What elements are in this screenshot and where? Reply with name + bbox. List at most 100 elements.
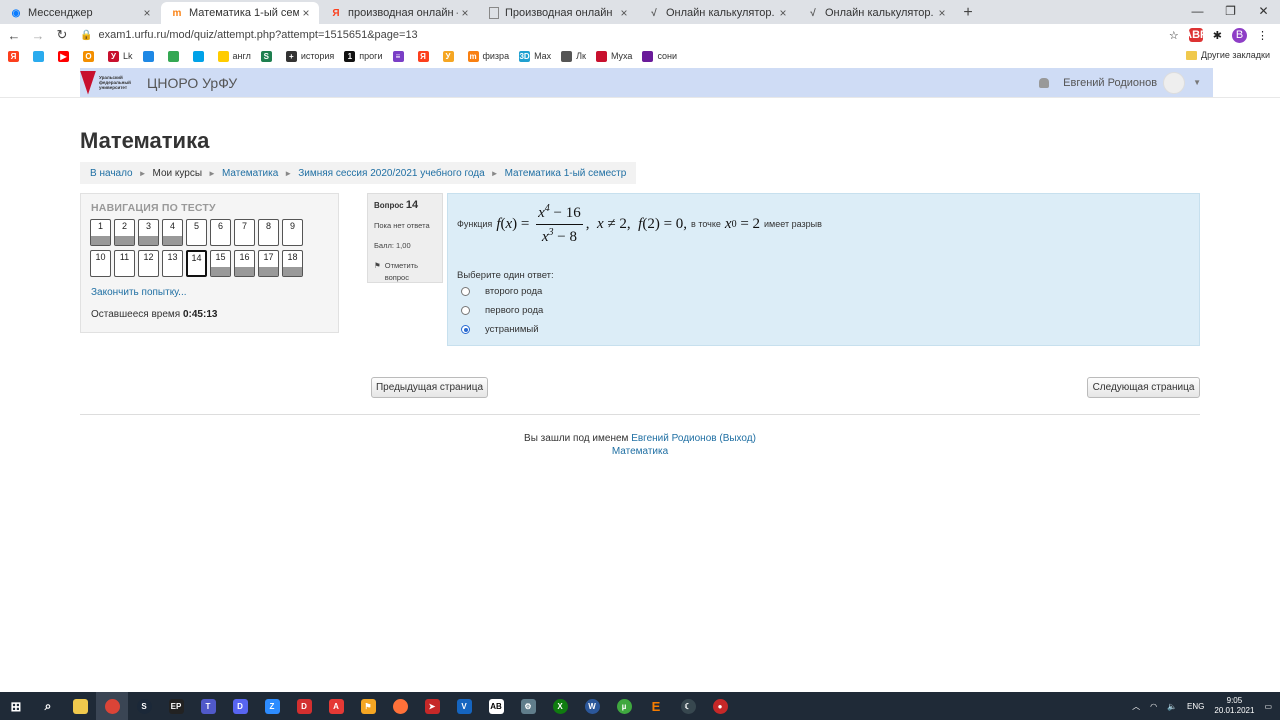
tab-yandex-search[interactable]: Я производная онлайн — Яндекс ×	[320, 2, 478, 24]
user-avatar[interactable]	[1163, 71, 1186, 94]
flag-question-button[interactable]: ⚑ Отметить вопрос	[374, 260, 436, 284]
notification-bell-icon[interactable]	[1039, 77, 1050, 88]
app-flag-icon[interactable]: ⚑	[352, 692, 384, 720]
windows-start-icon[interactable]: ⊞	[0, 692, 32, 720]
answer-label[interactable]: второго рода	[485, 286, 542, 297]
next-page-button[interactable]: Следующая страница	[1087, 377, 1200, 398]
bookmark-item[interactable]: ≡	[392, 50, 408, 62]
quiz-nav-question-4[interactable]: 4	[162, 219, 183, 246]
quiz-nav-question-9[interactable]: 9	[282, 219, 303, 246]
quiz-nav-question-18[interactable]: 18	[282, 250, 303, 277]
answer-label[interactable]: первого рода	[485, 305, 543, 316]
quiz-nav-question-1[interactable]: 1	[90, 219, 111, 246]
bookmark-item[interactable]: англ	[217, 50, 251, 62]
close-window-icon[interactable]: ✕	[1247, 0, 1280, 22]
utorrent-icon[interactable]: µ	[608, 692, 640, 720]
quiz-nav-question-7[interactable]: 7	[234, 219, 255, 246]
answer-option-2[interactable]: первого рода	[461, 305, 543, 316]
zoom-icon[interactable]: Z	[256, 692, 288, 720]
restore-icon[interactable]: ❐	[1214, 0, 1247, 22]
bookmark-item[interactable]: S	[260, 50, 276, 62]
app-moon-icon[interactable]: ☾	[672, 692, 704, 720]
minimize-icon[interactable]: —	[1181, 0, 1214, 22]
bookmark-item[interactable]: Я	[8, 50, 23, 62]
close-tab-icon[interactable]: ×	[776, 6, 790, 20]
user-name[interactable]: Евгений Родионов	[1063, 77, 1157, 89]
record-icon[interactable]: ●	[704, 692, 736, 720]
close-tab-icon[interactable]: ×	[935, 6, 949, 20]
answer-radio[interactable]	[461, 287, 470, 296]
bookmark-item[interactable]: 3D Max	[519, 50, 551, 62]
close-tab-icon[interactable]: ×	[140, 6, 154, 20]
bookmark-item[interactable]: Лк	[561, 50, 586, 62]
tray-chevron-up-icon[interactable]: ︿	[1132, 701, 1140, 712]
bookmark-item[interactable]: У Lk	[108, 50, 133, 62]
firefox-icon[interactable]	[384, 692, 416, 720]
user-logout-link[interactable]: Евгений Родионов (Выход)	[631, 433, 756, 444]
bookmark-item[interactable]: ▶	[58, 50, 73, 62]
breadcrumb-session[interactable]: Зимняя сессия 2020/2021 учебного года	[298, 168, 484, 179]
volume-icon[interactable]: 🔈	[1167, 702, 1177, 711]
course-link[interactable]: Математика	[612, 446, 668, 457]
bookmark-item[interactable]: сони	[642, 50, 677, 62]
breadcrumb-course[interactable]: Математика	[222, 168, 278, 179]
tab-calculator-1[interactable]: √ Онлайн калькулятор. Сложение ×	[638, 2, 796, 24]
user-menu[interactable]: Евгений Родионов ▼	[1039, 68, 1201, 97]
quiz-nav-question-16[interactable]: 16	[234, 250, 255, 277]
word-icon[interactable]: W	[576, 692, 608, 720]
bookmark-item[interactable]: m физра	[467, 50, 509, 62]
quiz-nav-question-2[interactable]: 2	[114, 219, 135, 246]
input-language[interactable]: ENG	[1187, 702, 1204, 711]
notifications-icon[interactable]: ▭	[1264, 702, 1272, 711]
tab-messenger[interactable]: ◉ Мессенджер ×	[0, 2, 160, 24]
urfu-logo[interactable]: Уральский федеральный университет	[80, 70, 137, 95]
new-tab-button[interactable]: +	[956, 2, 980, 24]
quiz-nav-question-15[interactable]: 15	[210, 250, 231, 277]
file-explorer-icon[interactable]	[64, 692, 96, 720]
app-a-icon[interactable]: A	[320, 692, 352, 720]
bookmark-item[interactable]: О	[83, 50, 98, 62]
answer-option-1[interactable]: второго рода	[461, 286, 542, 297]
chevron-down-icon[interactable]: ▼	[1193, 78, 1201, 87]
site-name[interactable]: ЦНОРО УрФУ	[147, 75, 237, 91]
breadcrumb-quiz[interactable]: Математика 1-ый семестр	[505, 168, 627, 179]
previous-page-button[interactable]: Предыдущая страница	[371, 377, 488, 398]
answer-option-3[interactable]: устранимый	[461, 324, 539, 335]
bookmark-item[interactable]: Муха	[595, 50, 632, 62]
quiz-nav-question-8[interactable]: 8	[258, 219, 279, 246]
breadcrumb-home[interactable]: В начало	[90, 168, 133, 179]
tab-calculator-2[interactable]: √ Онлайн калькулятор. Определи ×	[797, 2, 955, 24]
finish-attempt-link[interactable]: Закончить попытку...	[91, 287, 187, 298]
reload-icon[interactable]: ↻	[52, 27, 72, 43]
settings-gear-icon[interactable]: ⚙	[512, 692, 544, 720]
xbox-icon[interactable]: X	[544, 692, 576, 720]
app-arrow-icon[interactable]: ➤	[416, 692, 448, 720]
adblock-icon[interactable]: ABP	[1184, 28, 1207, 42]
bookmark-item[interactable]	[142, 50, 158, 62]
app-ab-icon[interactable]: AB	[480, 692, 512, 720]
steam-icon[interactable]: S	[128, 692, 160, 720]
wifi-icon[interactable]: ◠	[1150, 702, 1157, 711]
answer-radio-selected[interactable]	[461, 325, 470, 334]
quiz-nav-question-10[interactable]: 10	[90, 250, 111, 277]
bookmark-item[interactable]	[167, 50, 183, 62]
app-v-icon[interactable]: V	[448, 692, 480, 720]
back-icon[interactable]: ←	[4, 28, 24, 43]
app-d-icon[interactable]: D	[288, 692, 320, 720]
quiz-nav-question-12[interactable]: 12	[138, 250, 159, 277]
tab-derivative[interactable]: Производная онлайн ×	[479, 2, 637, 24]
forward-icon[interactable]: →	[28, 28, 48, 43]
quiz-nav-question-11[interactable]: 11	[114, 250, 135, 277]
teams-icon[interactable]: T	[192, 692, 224, 720]
close-tab-icon[interactable]: ×	[617, 6, 631, 20]
bookmark-item[interactable]	[33, 50, 48, 62]
quiz-nav-question-6[interactable]: 6	[210, 219, 231, 246]
url-field[interactable]: 🔒 exam1.urfu.ru/mod/quiz/attempt.php?att…	[80, 25, 1159, 45]
quiz-nav-question-14[interactable]: 14	[186, 250, 207, 277]
answer-radio[interactable]	[461, 306, 470, 315]
search-icon[interactable]: ⌕	[32, 692, 64, 720]
clock[interactable]: 9:05 20.01.2021	[1214, 696, 1254, 716]
profile-avatar[interactable]: B	[1232, 27, 1247, 43]
close-tab-icon[interactable]: ×	[458, 6, 472, 20]
bookmark-item[interactable]: У	[442, 50, 458, 62]
